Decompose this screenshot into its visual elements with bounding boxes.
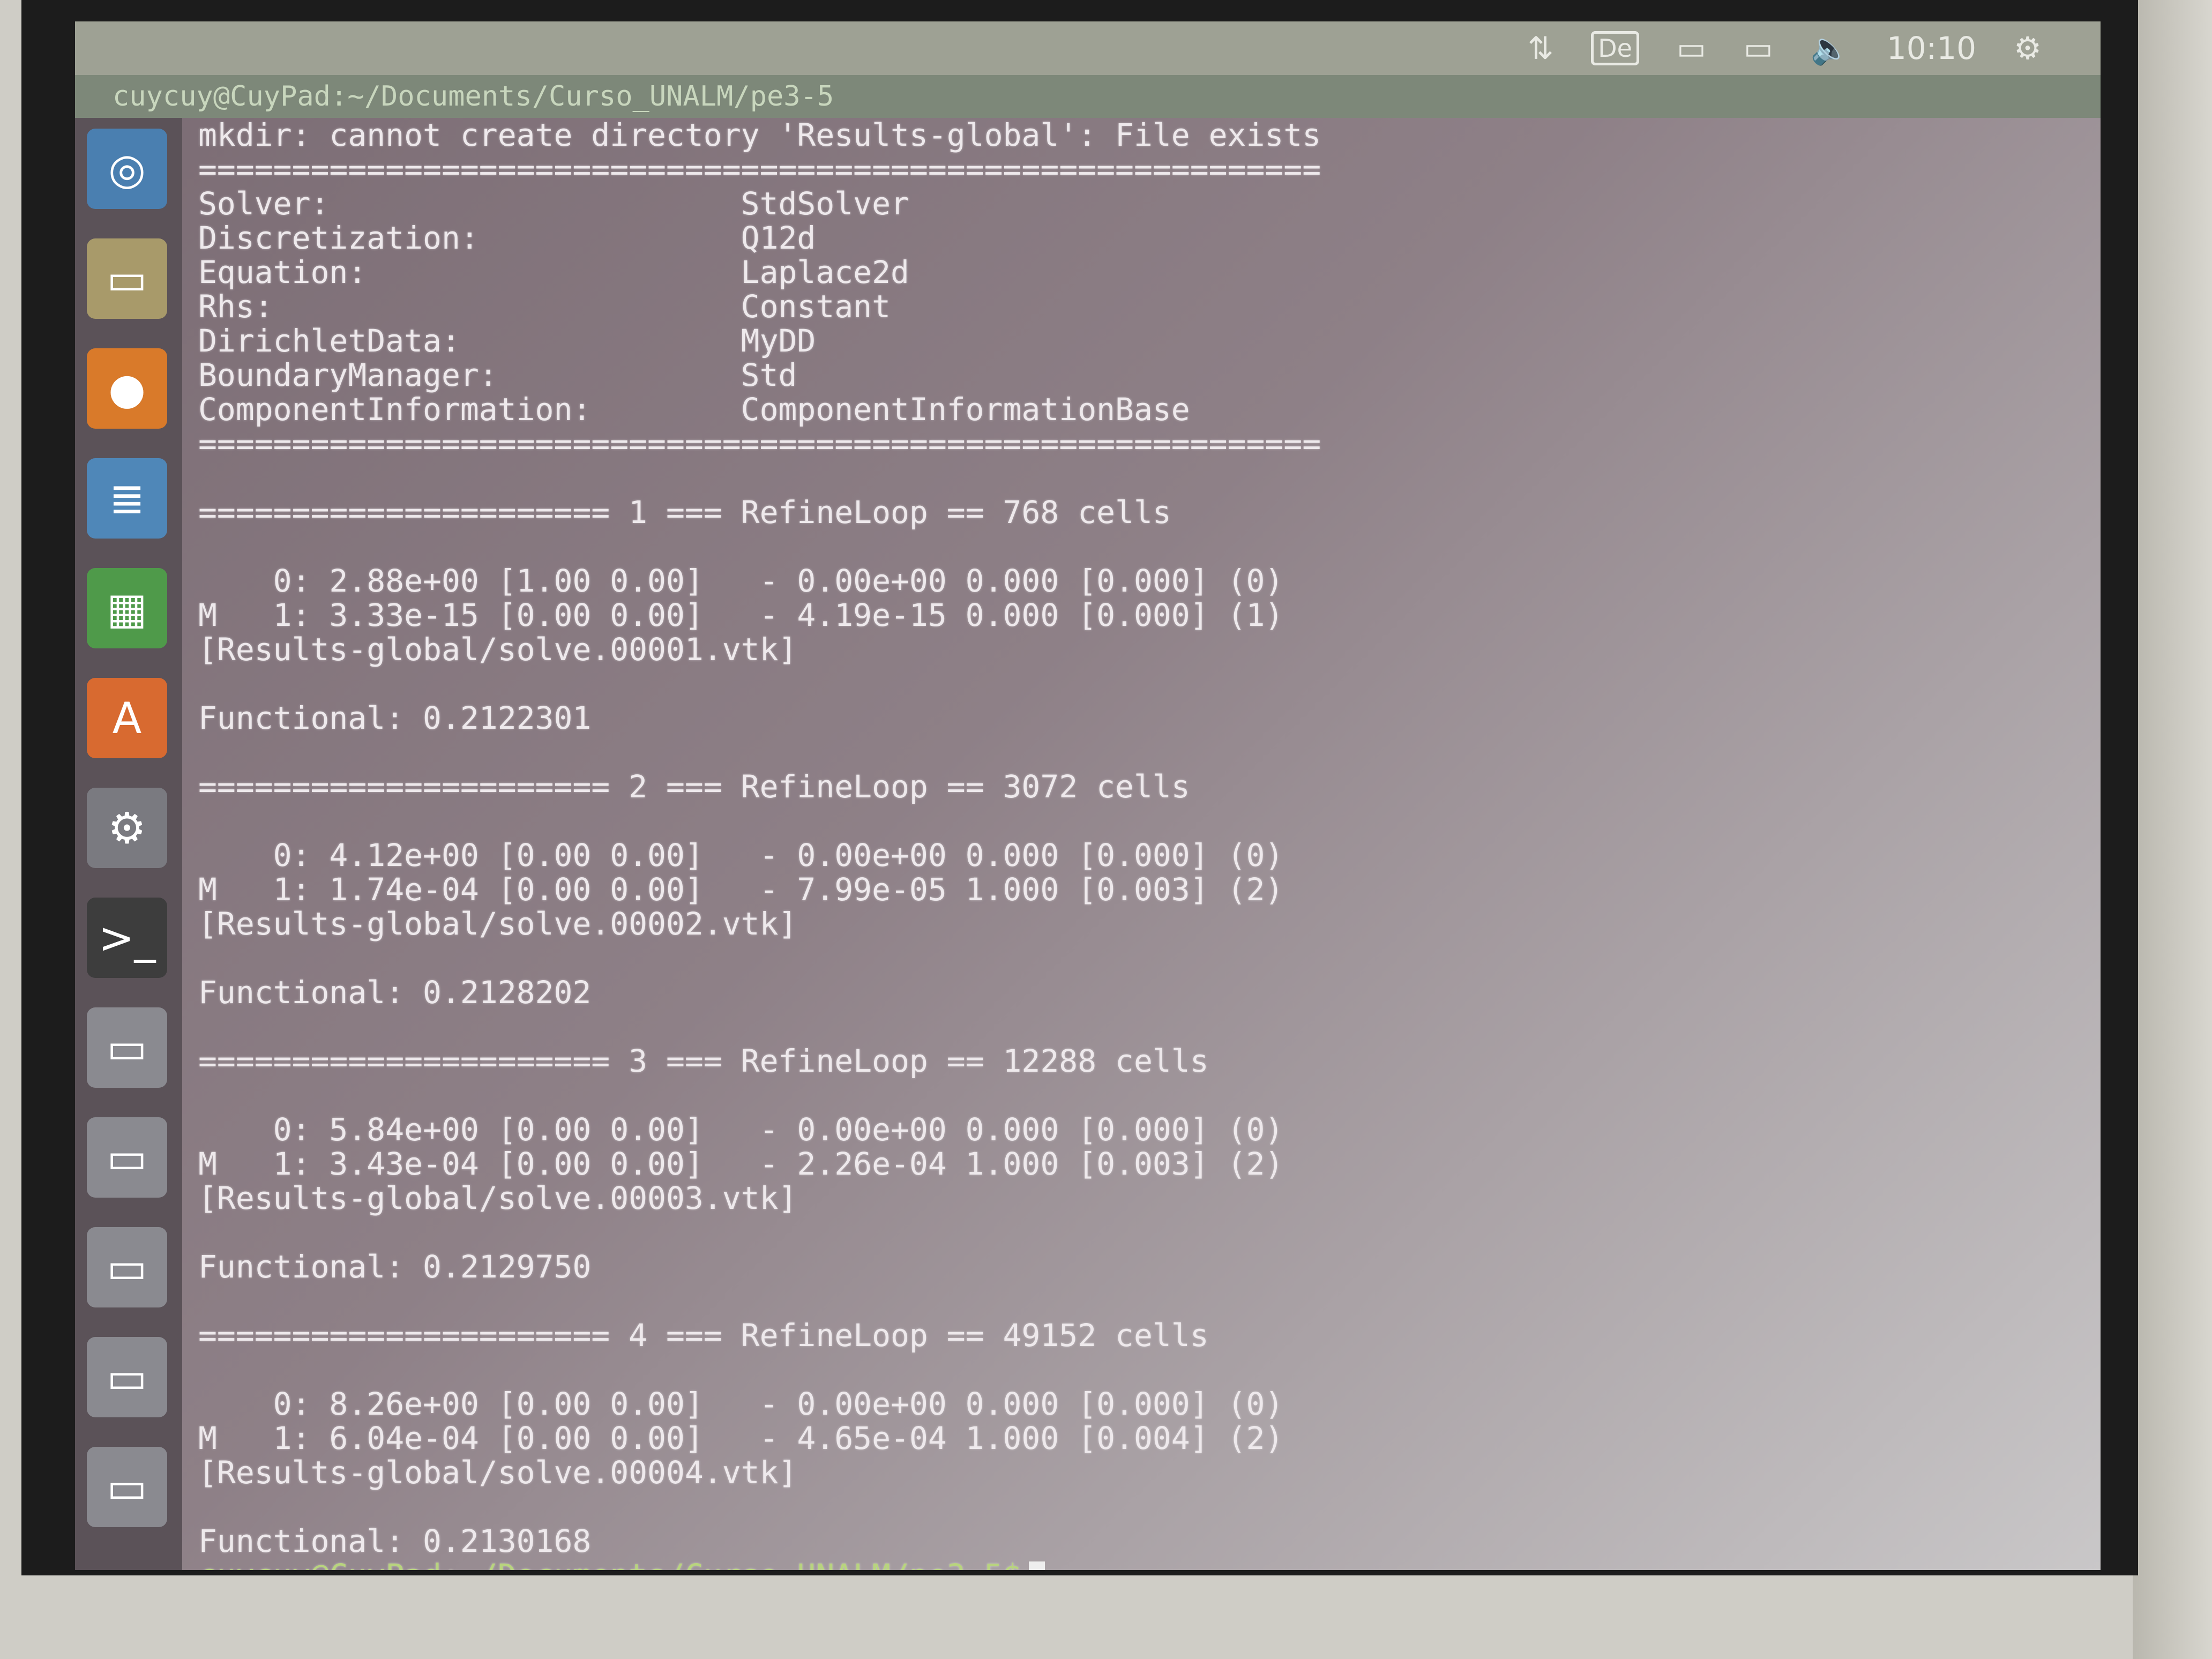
keyboard-layout-indicator[interactable]: De [1591, 31, 1639, 65]
terminal-line: 0: 8.26e+00 [0.00 0.00] - 0.00e+00 0.000… [198, 1386, 1284, 1422]
terminal-line: Solver: StdSolver [198, 185, 909, 222]
power-gear-icon[interactable]: ⚙ [2014, 30, 2042, 66]
terminal-output[interactable]: mkdir: cannot create directory 'Results-… [198, 117, 1752, 1570]
clock[interactable]: 10:10 [1887, 30, 1976, 66]
terminal-icon[interactable]: >_ [87, 898, 167, 978]
terminal-line: 0: 5.84e+00 [0.00 0.00] - 0.00e+00 0.000… [198, 1111, 1284, 1148]
wall-background [2133, 0, 2212, 1659]
launcher-sidebar: ◎ ▭ ● ≣ ▦ A ⚙ >_ ▭ ▭ ▭ ▭ ▭ [75, 118, 182, 1570]
terminal-line: [Results-global/solve.00003.vtk] [198, 1180, 797, 1216]
terminal-line: ========================================… [198, 425, 1321, 462]
terminal-line: M 1: 3.33e-15 [0.00 0.00] - 4.19e-15 0.0… [198, 597, 1284, 633]
wifi-icon[interactable]: ▭ [1744, 30, 1773, 66]
terminal-line: DirichletData: MyDD [198, 323, 816, 359]
desktop-screen: ⇅ De ▭ ▭ 🔈 10:10 ⚙ cuycuy@CuyPad:~/Docum… [75, 21, 2101, 1570]
terminal-line: Equation: Laplace2d [198, 254, 909, 290]
software-center-icon[interactable]: A [87, 678, 167, 758]
settings-icon[interactable]: ⚙ [87, 788, 167, 868]
terminal-line: ====================== 3 === RefineLoop … [198, 1043, 1209, 1079]
terminal-line: Functional: 0.2129750 [198, 1249, 592, 1285]
terminal-line: BoundaryManager: Std [198, 357, 797, 393]
workspace-icon-2[interactable]: ▭ [87, 1117, 167, 1198]
terminal-line: Discretization: Q12d [198, 220, 816, 256]
writer-icon[interactable]: ≣ [87, 458, 167, 539]
workspace-icon-1[interactable]: ▭ [87, 1007, 167, 1088]
terminal-line: Functional: 0.2128202 [198, 974, 592, 1011]
terminal-line: [Results-global/solve.00001.vtk] [198, 631, 797, 668]
prompt-path: :~/Documents/Curso_UNALM/pe3-5$ [442, 1557, 1022, 1570]
terminal-line: mkdir: cannot create directory 'Results-… [198, 117, 1321, 153]
workspace-icon-5[interactable]: ▭ [87, 1447, 167, 1527]
terminal-title: cuycuy@CuyPad:~/Documents/Curso_UNALM/pe… [75, 75, 2101, 118]
terminal-line: [Results-global/solve.00002.vtk] [198, 906, 797, 942]
text-cursor [1029, 1561, 1045, 1570]
terminal-line: ========================================… [198, 151, 1321, 188]
terminal-line: ====================== 4 === RefineLoop … [198, 1317, 1209, 1354]
terminal-line: ====================== 2 === RefineLoop … [198, 768, 1190, 805]
workspace-icon-3[interactable]: ▭ [87, 1227, 167, 1307]
top-panel: ⇅ De ▭ ▭ 🔈 10:10 ⚙ [75, 21, 2101, 75]
firefox-icon[interactable]: ● [87, 348, 167, 429]
workspace-icon-4[interactable]: ▭ [87, 1337, 167, 1417]
battery-icon[interactable]: ▭ [1677, 30, 1706, 66]
terminal-line: Functional: 0.2130168 [198, 1523, 592, 1559]
calc-icon[interactable]: ▦ [87, 568, 167, 648]
files-icon[interactable]: ▭ [87, 238, 167, 319]
terminal-line: 0: 4.12e+00 [0.00 0.00] - 0.00e+00 0.000… [198, 837, 1284, 873]
terminal-line: M 1: 6.04e-04 [0.00 0.00] - 4.65e-04 1.0… [198, 1420, 1284, 1456]
terminal-line: Functional: 0.2122301 [198, 700, 592, 736]
terminal-line: ComponentInformation: ComponentInformati… [198, 391, 1190, 428]
prompt-user: cuycuy@CuyPad [198, 1557, 442, 1570]
shell-prompt[interactable]: cuycuy@CuyPad:~/Documents/Curso_UNALM/pe… [198, 1558, 1752, 1570]
projection-screen-frame: ⇅ De ▭ ▭ 🔈 10:10 ⚙ cuycuy@CuyPad:~/Docum… [21, 0, 2138, 1575]
volume-icon[interactable]: 🔈 [1811, 30, 1849, 67]
terminal-line: M 1: 3.43e-04 [0.00 0.00] - 2.26e-04 1.0… [198, 1146, 1284, 1182]
terminal-line: [Results-global/solve.00004.vtk] [198, 1454, 797, 1491]
dash-icon[interactable]: ◎ [87, 129, 167, 209]
network-sort-icon[interactable]: ⇅ [1528, 30, 1554, 66]
terminal-line: 0: 2.88e+00 [1.00 0.00] - 0.00e+00 0.000… [198, 563, 1284, 599]
terminal-line: M 1: 1.74e-04 [0.00 0.00] - 7.99e-05 1.0… [198, 871, 1284, 908]
terminal-line: Rhs: Constant [198, 288, 891, 325]
terminal-line: ====================== 1 === RefineLoop … [198, 494, 1171, 530]
